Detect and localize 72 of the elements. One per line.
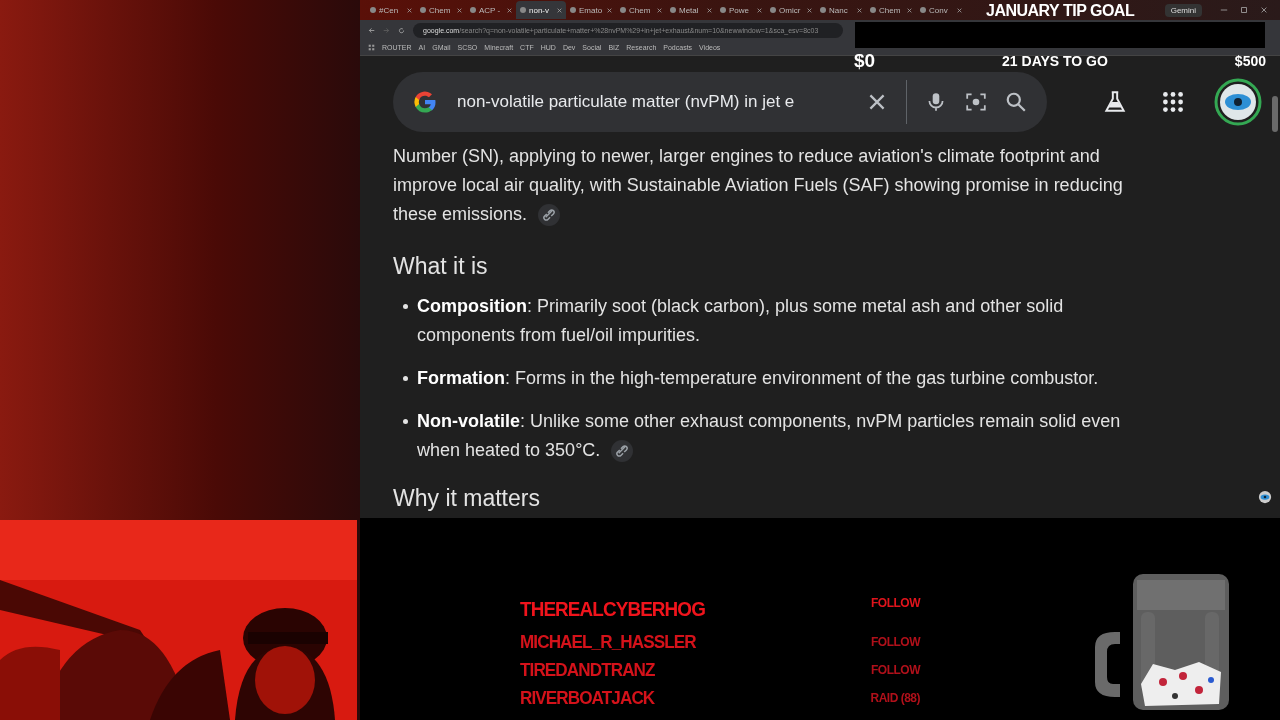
gemini-button[interactable]: Gemini — [1164, 3, 1202, 17]
browser-tab[interactable]: Chem — [616, 1, 666, 19]
browser-tab[interactable]: Emato — [566, 1, 616, 19]
maximize-icon[interactable] — [1240, 6, 1248, 14]
bullet-icon — [403, 419, 408, 424]
browser-tab[interactable]: Nanc — [816, 1, 866, 19]
event-action: RAID (88) — [870, 691, 920, 705]
scrollbar-thumb[interactable] — [1272, 96, 1278, 132]
event-action: FOLLOW — [871, 596, 920, 610]
close-icon[interactable] — [907, 7, 912, 13]
favicon-icon — [570, 7, 576, 13]
browser-tab[interactable]: #Cen — [366, 1, 416, 19]
apps-icon[interactable] — [1160, 89, 1186, 115]
browser-tab[interactable]: Powe — [716, 1, 766, 19]
section-heading: What it is — [393, 253, 489, 280]
reload-icon[interactable] — [398, 26, 405, 34]
event-name: MICHAEL_R_HASSLER — [520, 631, 696, 653]
close-icon[interactable] — [957, 7, 962, 13]
close-icon[interactable] — [657, 7, 662, 13]
event-name: TIREDANDTRANZ — [520, 659, 655, 681]
browser-tab[interactable]: ACP - — [466, 1, 516, 19]
favicon-icon — [420, 7, 426, 13]
close-icon[interactable] — [607, 7, 612, 13]
event-action: FOLLOW — [871, 663, 920, 677]
goal-start: $0 — [854, 50, 876, 72]
avatar-icon[interactable] — [1214, 78, 1262, 126]
bullet-text: Formation: Forms in the high-temperature environment of the gas turbine combustor. — [417, 367, 1099, 390]
favicon-icon — [870, 7, 876, 13]
flask-icon[interactable] — [1102, 89, 1128, 115]
close-icon[interactable] — [1260, 6, 1268, 14]
goal-target: $500 — [1234, 53, 1266, 69]
search-icon[interactable] — [1005, 91, 1027, 113]
bullet-text: Composition: Primarily soot (black carbon), plus some metal ash and other solid components from fuel/oil impurities. — [417, 295, 1065, 347]
close-icon[interactable] — [857, 7, 862, 13]
goal-days-left: 21 DAYS TO GO — [1002, 53, 1108, 69]
browser-tab[interactable]: Chem — [416, 1, 466, 19]
favicon-icon — [370, 7, 376, 13]
close-icon[interactable] — [807, 7, 812, 13]
favicon-icon — [470, 7, 476, 13]
close-icon[interactable] — [757, 7, 762, 13]
back-icon[interactable] — [368, 26, 375, 34]
browser-tab[interactable]: Metal — [666, 1, 716, 19]
close-icon[interactable] — [407, 7, 412, 13]
event-action: FOLLOW — [871, 635, 920, 649]
browser-tab[interactable]: Omicr — [766, 1, 816, 19]
bullet-icon — [403, 304, 408, 309]
link-icon[interactable] — [538, 204, 561, 227]
favicon-icon — [920, 7, 926, 13]
browser-tab[interactable]: Conv — [916, 1, 966, 19]
event-name: THEREALCYBERHOG — [520, 597, 705, 621]
browser-tab[interactable]: non-v — [516, 1, 566, 19]
event-name: RIVERBOATJACK — [520, 687, 655, 709]
link-icon[interactable] — [611, 440, 634, 463]
favicon-icon — [770, 7, 776, 13]
favicon-icon — [720, 7, 726, 13]
close-icon[interactable] — [707, 7, 712, 13]
bullet-icon — [403, 376, 408, 381]
camera-icon[interactable] — [965, 91, 987, 113]
close-icon[interactable] — [557, 7, 562, 13]
favicon-icon — [820, 7, 826, 13]
close-icon[interactable] — [507, 7, 512, 13]
browser-tab[interactable]: Chem — [866, 1, 916, 19]
answer-paragraph: Number (SN), applying to newer, larger engines to reduce aviation's climate footprint and improve local air quality, with Sustainable Aviation Fuels (SAF) showing promise in reducing these emissions. — [393, 142, 1160, 229]
favicon-icon — [520, 7, 526, 13]
favicon-icon — [620, 7, 626, 13]
eye-icon[interactable] — [1258, 490, 1272, 504]
favicon-icon — [670, 7, 676, 13]
search-field[interactable]: non-volatile particulate matter (nvPM) in jet e — [457, 92, 848, 112]
close-icon[interactable] — [457, 7, 462, 13]
goal-title: JANUARY TIP GOAL — [986, 2, 1135, 20]
section-heading: Why it matters — [393, 485, 541, 512]
bullet-text: Non-volatile: Unlike some other exhaust components, nvPM particles remain solid even when heated to 350°C. — [417, 407, 1160, 465]
